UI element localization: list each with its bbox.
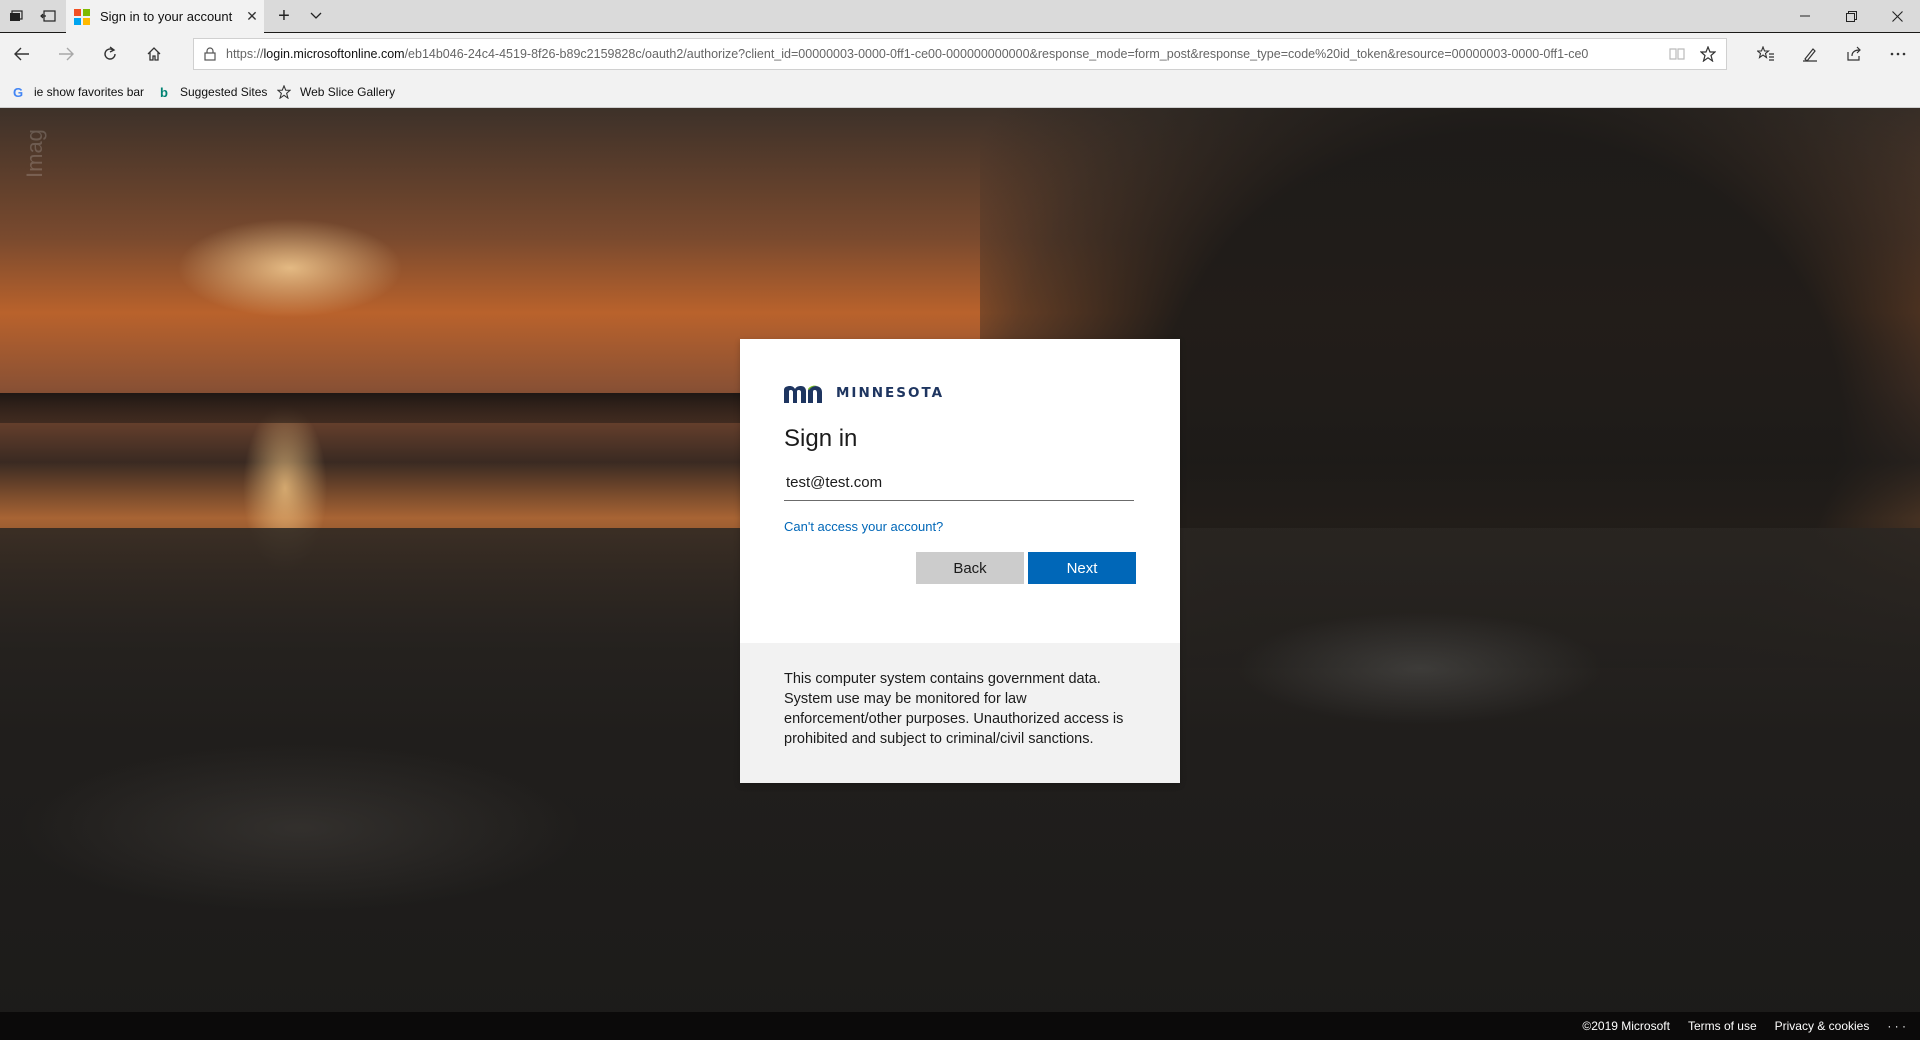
more-options-icon[interactable] xyxy=(1882,39,1914,69)
legal-notice: This computer system contains government… xyxy=(740,643,1180,783)
tab-close-icon[interactable]: ✕ xyxy=(240,8,264,25)
favorite-label: ie show favorites bar xyxy=(34,85,145,99)
minnesota-logo: MINNESOTA xyxy=(784,381,1136,405)
back-arrow-icon[interactable] xyxy=(6,39,38,69)
add-favorite-star-icon[interactable] xyxy=(1690,46,1726,62)
share-icon[interactable] xyxy=(1838,39,1870,69)
sign-in-card: MINNESOTA Sign in Can't access your acco… xyxy=(740,339,1180,783)
next-button[interactable]: Next xyxy=(1028,552,1136,584)
favorites-hub-icon[interactable] xyxy=(1750,39,1782,69)
terms-of-use-link[interactable]: Terms of use xyxy=(1688,1019,1757,1033)
favorite-web-slice-gallery[interactable]: Web Slice Gallery xyxy=(276,84,395,100)
favorites-bar: G ie show favorites bar b Suggested Site… xyxy=(0,75,1920,108)
back-button[interactable]: Back xyxy=(916,552,1024,584)
set-tabs-aside-icon[interactable] xyxy=(32,0,64,32)
microsoft-logo-icon xyxy=(74,8,90,25)
close-window-button[interactable] xyxy=(1874,0,1920,32)
tab-title: Sign in to your account xyxy=(100,9,233,24)
lock-icon xyxy=(194,47,226,61)
reading-view-icon[interactable] xyxy=(1664,47,1690,61)
bing-icon: b xyxy=(160,84,168,100)
google-icon: G xyxy=(12,84,24,100)
favorite-suggested-sites[interactable]: b Suggested Sites xyxy=(156,84,267,100)
favorite-ie-show-favorites-bar[interactable]: G ie show favorites bar xyxy=(10,84,144,100)
favorite-label: Suggested Sites xyxy=(180,85,268,99)
favorite-label: Web Slice Gallery xyxy=(300,85,396,99)
home-icon[interactable] xyxy=(138,39,170,69)
title-bar: Sign in to your account ✕ + xyxy=(0,0,1920,33)
refresh-icon[interactable] xyxy=(94,39,126,69)
address-bar[interactable]: https://login.microsoftonline.com/eb14b0… xyxy=(193,38,1727,70)
new-tab-button[interactable]: + xyxy=(268,0,300,32)
privacy-cookies-link[interactable]: Privacy & cookies xyxy=(1775,1019,1870,1033)
tab-actions-icon[interactable] xyxy=(0,0,32,32)
restore-button[interactable] xyxy=(1828,0,1874,32)
distant-treeline xyxy=(0,393,760,423)
tab-preview-chevron-icon[interactable] xyxy=(300,0,332,32)
minnesota-wordmark: MINNESOTA xyxy=(836,385,945,401)
email-input[interactable] xyxy=(784,465,1134,501)
tab-sign-in[interactable]: Sign in to your account ✕ xyxy=(66,0,264,33)
page-title: Sign in xyxy=(784,425,858,452)
minimize-button[interactable] xyxy=(1782,0,1828,32)
navigation-bar: https://login.microsoftonline.com/eb14b0… xyxy=(0,33,1920,75)
cant-access-account-link[interactable]: Can't access your account? xyxy=(784,519,943,534)
page-footer: ©2019 Microsoft Terms of use Privacy & c… xyxy=(0,1012,1920,1040)
web-note-pen-icon[interactable] xyxy=(1794,39,1826,69)
url-text[interactable]: https://login.microsoftonline.com/eb14b0… xyxy=(226,47,1664,61)
image-watermark: Imag xyxy=(22,129,47,178)
forward-arrow-icon[interactable] xyxy=(50,39,82,69)
footer-more-button[interactable]: · · · xyxy=(1887,1019,1906,1033)
star-icon xyxy=(276,84,292,100)
copyright-text: ©2019 Microsoft xyxy=(1582,1019,1670,1033)
minnesota-logo-mark-icon xyxy=(784,383,826,403)
